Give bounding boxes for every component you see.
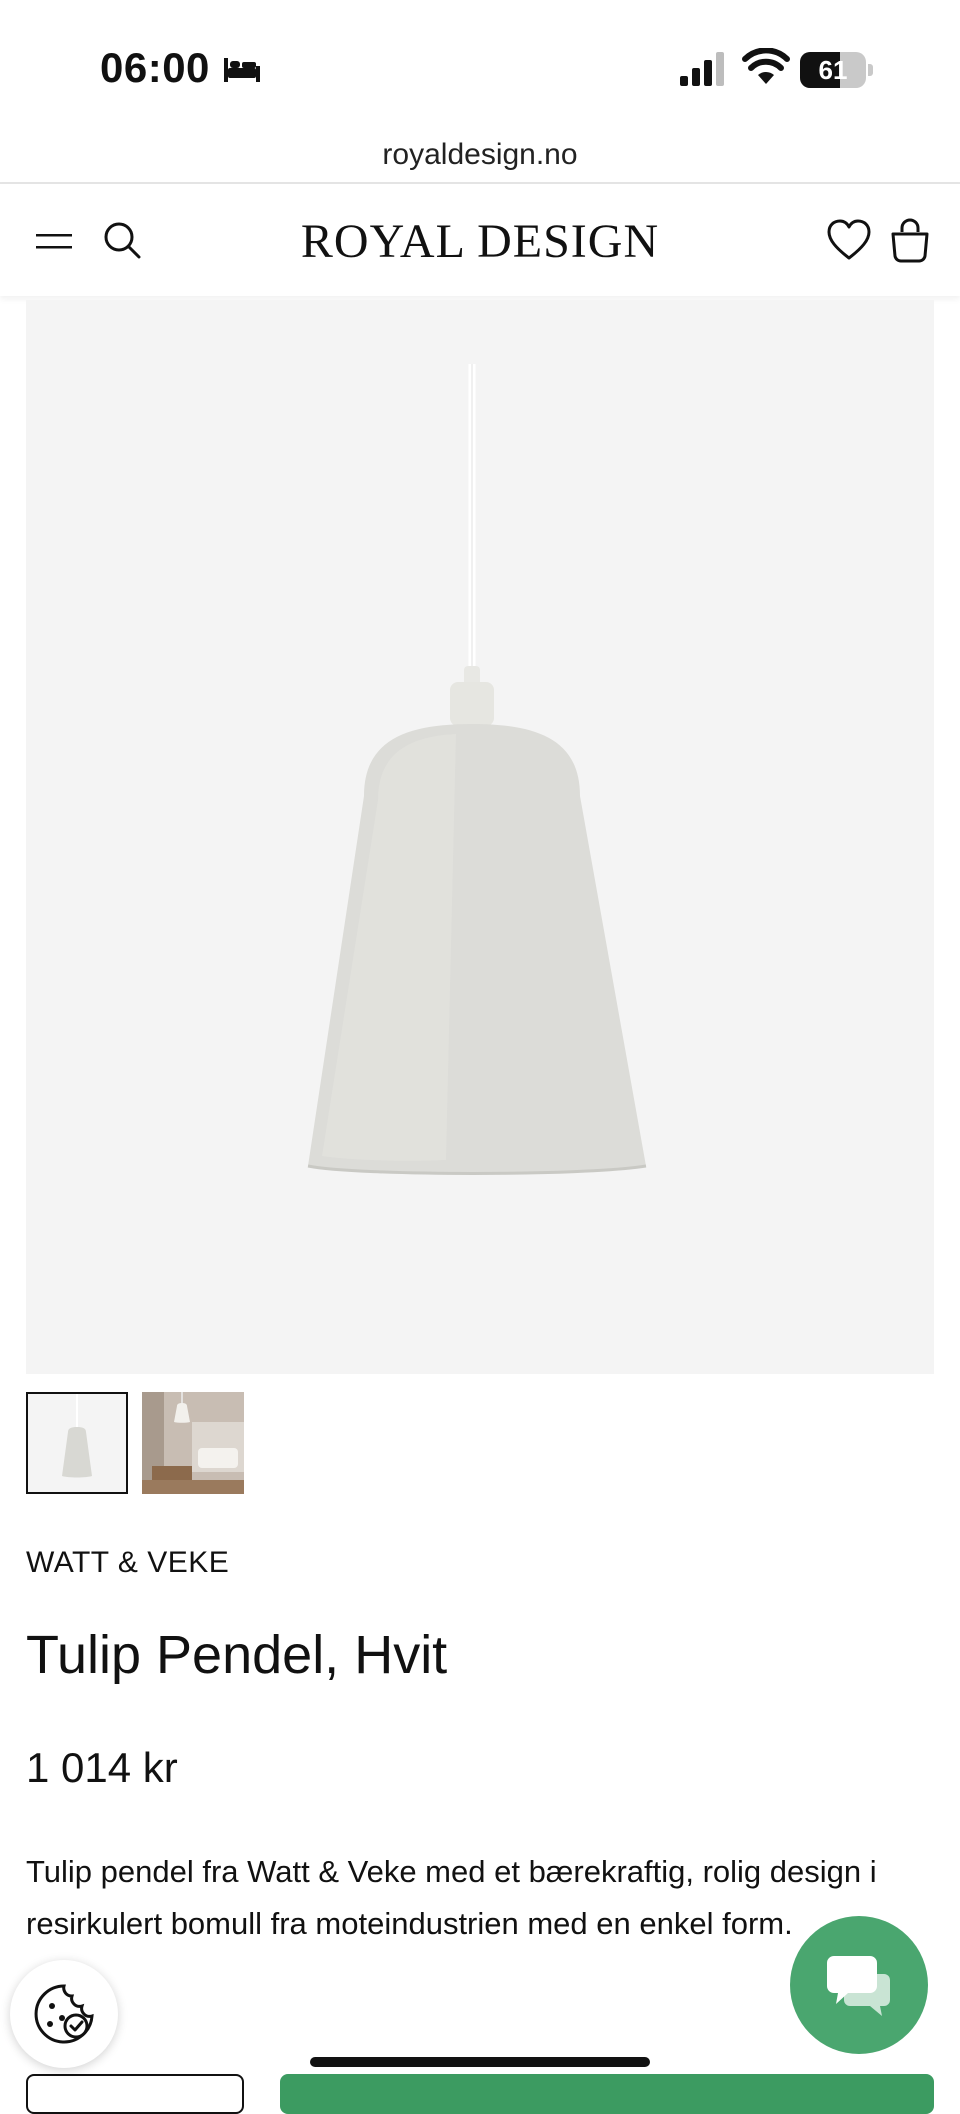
battery-tip (868, 64, 873, 76)
product-brand[interactable]: WATT & VEKE (26, 1546, 229, 1580)
url-bar[interactable]: royaldesign.no (0, 128, 960, 182)
site-header: ROYAL DESIGN (0, 184, 960, 296)
cookie-settings-button[interactable] (10, 1960, 118, 2068)
chat-icon (827, 1956, 890, 2016)
home-indicator (310, 2057, 650, 2067)
status-time: 06:00 (100, 44, 210, 91)
pendant-lamp-image (307, 364, 647, 1175)
battery-indicator: 61 (800, 52, 874, 88)
status-bar: 06:00 61 (0, 0, 960, 130)
chat-button[interactable] (790, 1916, 928, 2054)
thumbnail-2[interactable] (142, 1392, 244, 1494)
thumbnail-room-image (142, 1392, 244, 1494)
product-image[interactable] (26, 300, 934, 1374)
cellular-signal-icon (680, 52, 724, 86)
shopping-bag-icon[interactable] (888, 216, 932, 264)
cookie-icon (34, 1984, 94, 2044)
product-price: 1 014 kr (26, 1744, 178, 1791)
add-to-cart-button[interactable] (280, 2074, 934, 2114)
bed-icon (224, 58, 260, 82)
battery-percent: 61 (818, 55, 848, 85)
thumbnail-lamp-image (62, 1394, 92, 1478)
thumbnail-1[interactable] (26, 1392, 128, 1494)
product-title: Tulip Pendel, Hvit (26, 1625, 448, 1685)
product-description: Tulip pendel fra Watt & Veke med et bære… (26, 1854, 877, 1941)
wifi-icon (742, 48, 790, 84)
site-logo[interactable]: ROYAL DESIGN (0, 214, 960, 269)
quantity-button[interactable] (26, 2074, 244, 2114)
heart-icon[interactable] (826, 218, 872, 262)
battery-body: 61 (800, 52, 866, 88)
